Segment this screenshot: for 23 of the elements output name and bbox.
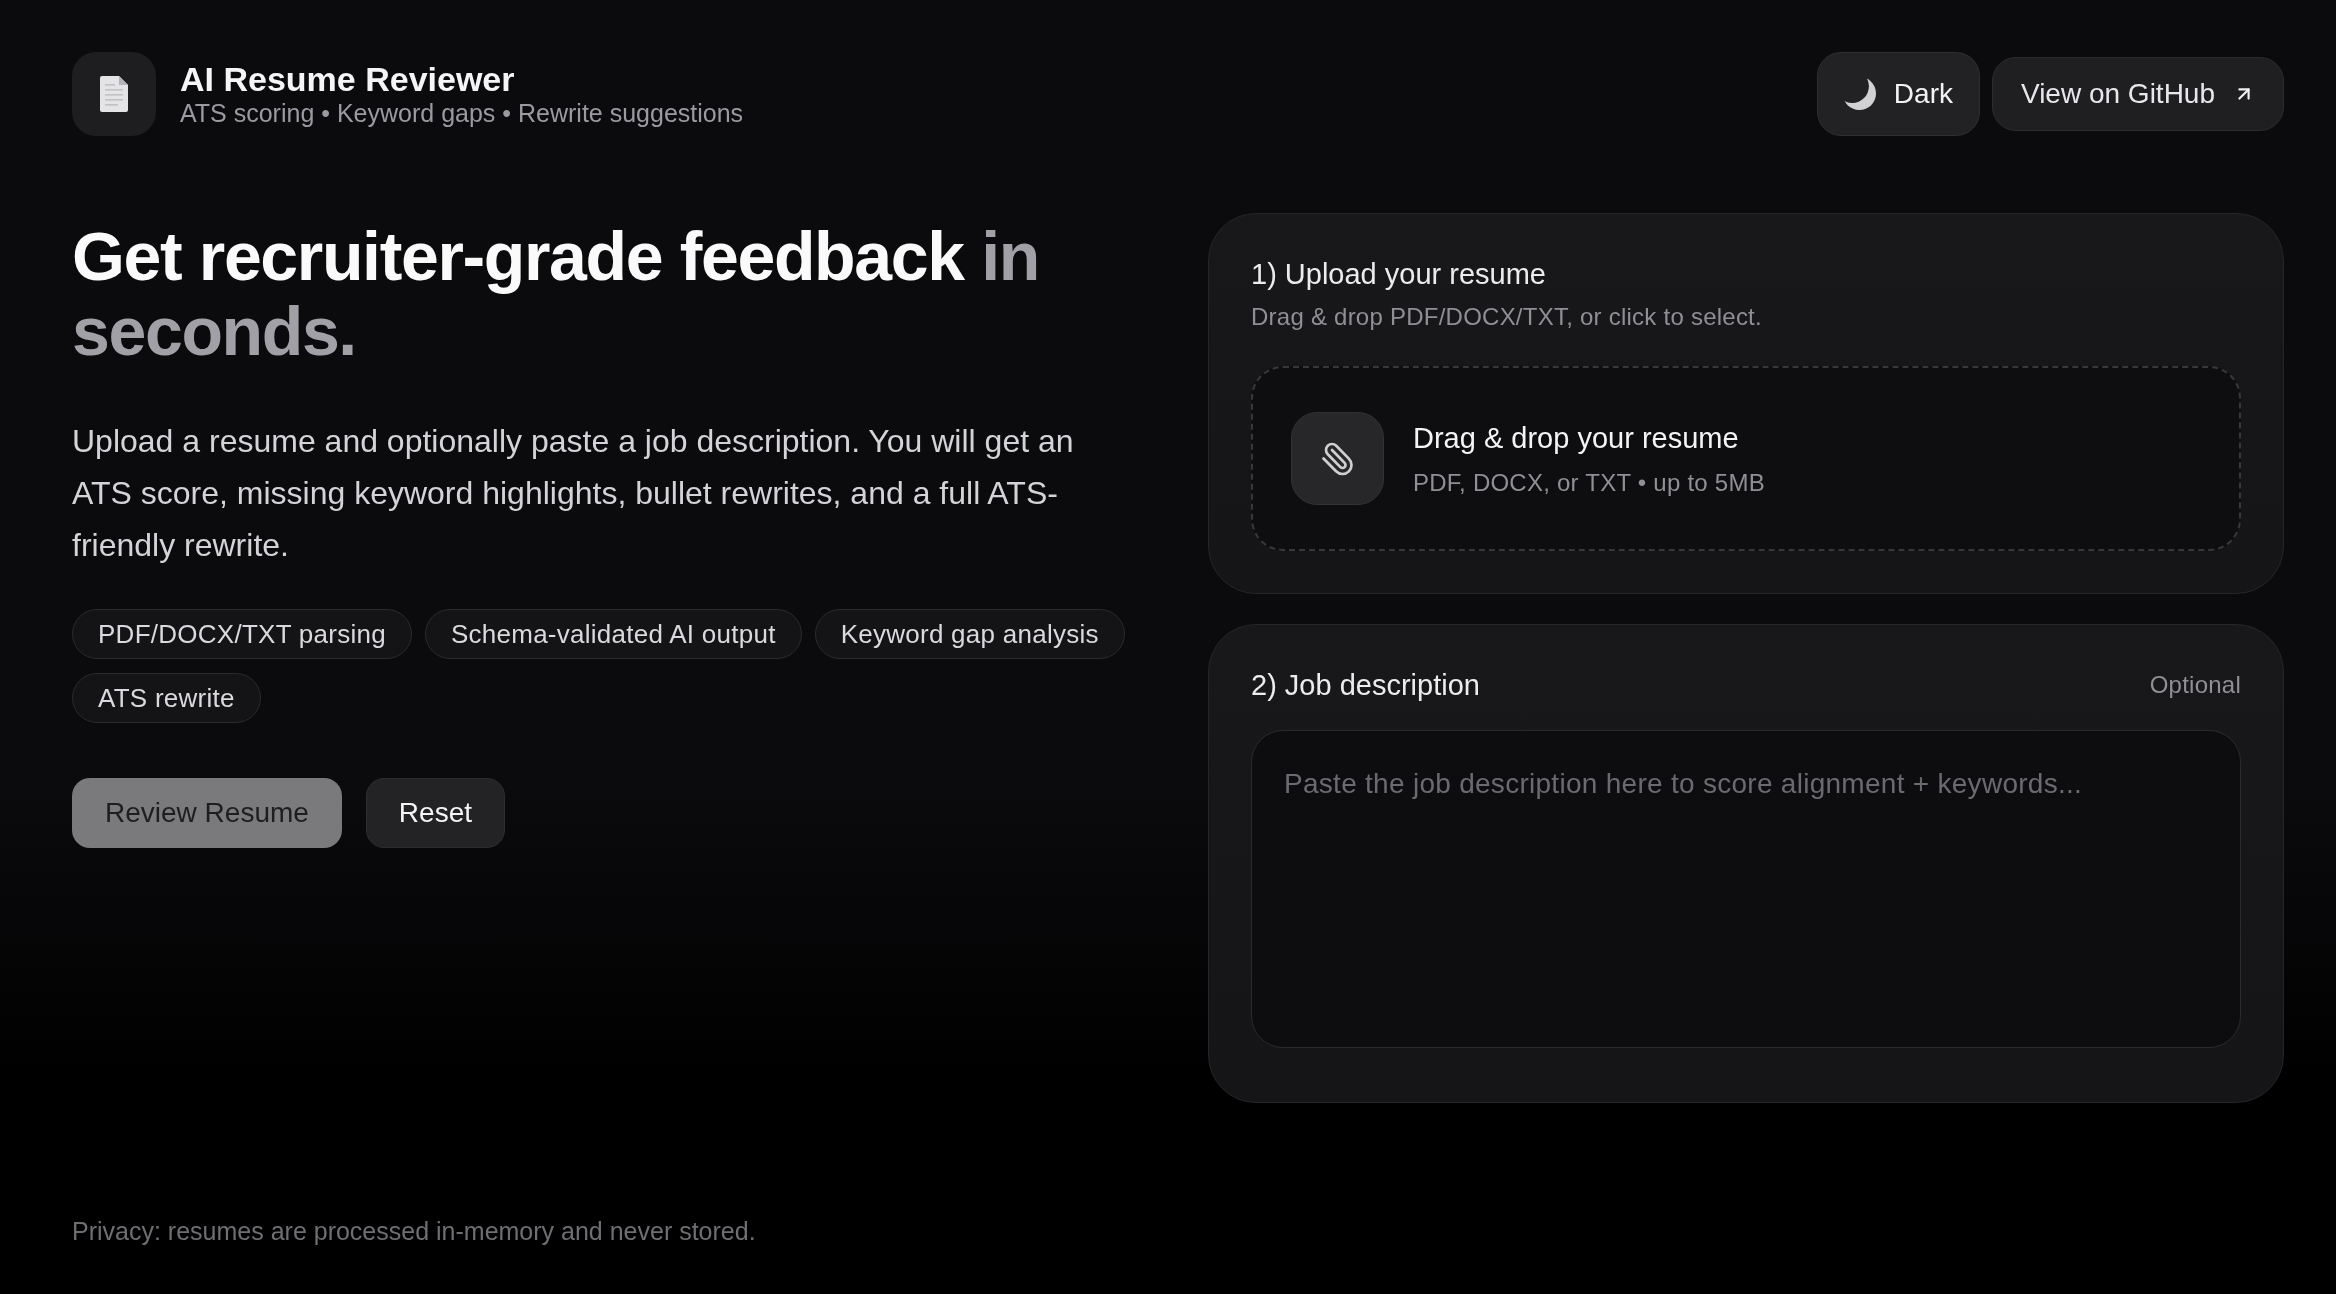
moon-icon (1843, 78, 1876, 110)
github-link[interactable]: View on GitHub (1991, 57, 2284, 131)
card-title: 2) Job description (1251, 668, 1480, 703)
feature-tag: ATS rewrite (72, 673, 261, 723)
hero-description: Upload a resume and optionally paste a job description. You will get an ATS score, missing keyword highlights, bullet rewrites, and a full ATS-friendly rewrite. (72, 422, 1075, 565)
feature-tag: PDF/DOCX/TXT parsing (72, 609, 412, 659)
paperclip-icon (1291, 412, 1384, 505)
dropzone-hint: PDF, DOCX, or TXT • up to 5MB (1413, 467, 1765, 498)
feature-tag: Schema-validated AI output (424, 609, 802, 659)
upload-dropzone[interactable]: Drag & drop your resume PDF, DOCX, or TXT • up to 5MB (1251, 366, 2241, 551)
app-subtitle: ATS scoring • Keyword gaps • Rewrite suggestions (180, 98, 744, 128)
card-hint: Drag & drop PDF/DOCX/TXT, or click to select. (1251, 302, 1762, 332)
document-icon (72, 52, 156, 136)
app-title: AI Resume Reviewer (180, 60, 515, 98)
dropzone-title: Drag & drop your resume (1413, 420, 1739, 456)
feature-tag: Keyword gap analysis (814, 609, 1125, 659)
theme-toggle-button[interactable]: Dark (1816, 52, 1980, 136)
job-description-field[interactable]: Paste the job description here to score alignment + keywords... (1251, 730, 2241, 1048)
hero-heading: Get recruiter-grade feedback in seconds. (72, 219, 1040, 369)
privacy-note: Privacy: resumes are processed in-memory and never stored. (72, 1216, 756, 1246)
card-title: 1) Upload your resume (1251, 257, 1546, 292)
reset-button[interactable]: Reset (365, 778, 505, 848)
optional-label: Optional (2149, 670, 2241, 700)
